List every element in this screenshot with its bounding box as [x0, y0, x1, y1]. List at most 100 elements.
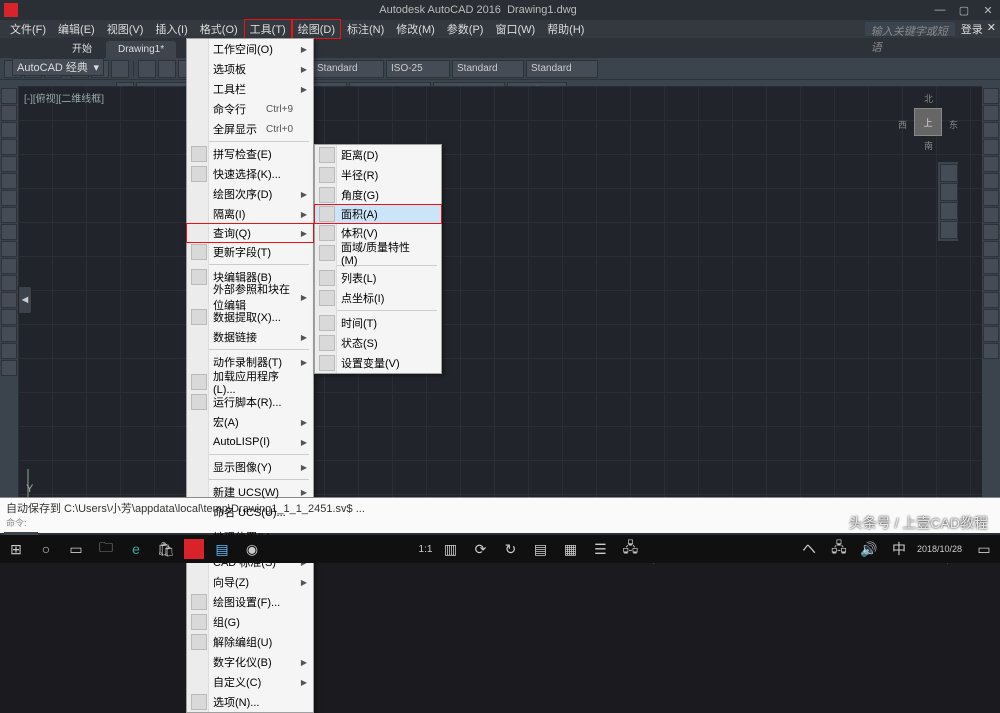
- tb-copy-icon[interactable]: [158, 60, 176, 78]
- taskbar-app-icon[interactable]: ▤: [210, 537, 234, 561]
- menu-edit[interactable]: 编辑(E): [52, 19, 101, 39]
- array-icon[interactable]: [983, 258, 999, 274]
- tray-vol-icon[interactable]: 🔊: [857, 537, 881, 561]
- offset-icon[interactable]: [983, 173, 999, 189]
- search-input[interactable]: 输入关键字或短语: [865, 22, 955, 36]
- spline-icon[interactable]: [1, 258, 17, 274]
- nav-pan-icon[interactable]: [940, 183, 958, 201]
- view-cube[interactable]: 上 北 南 西 东: [898, 92, 958, 152]
- tray-net-icon[interactable]: 🖧: [827, 537, 851, 561]
- tools-menu-item-38[interactable]: 选项(N)...: [187, 692, 313, 712]
- tools-menu-item-7[interactable]: 快速选择(K)...: [187, 164, 313, 184]
- tools-menu-item-37[interactable]: 自定义(C)▶: [187, 672, 313, 692]
- menu-file[interactable]: 文件(F): [4, 19, 52, 39]
- taskview-icon[interactable]: ▭: [64, 537, 88, 561]
- tray-e-icon[interactable]: ▦: [558, 537, 582, 561]
- maximize-button[interactable]: ▢: [956, 4, 972, 17]
- tools-menu-item-9[interactable]: 隔离(I)▶: [187, 204, 313, 224]
- extend-icon[interactable]: [983, 207, 999, 223]
- tools-menu-item-15[interactable]: 数据提取(X)...: [187, 307, 313, 327]
- tb-cut-icon[interactable]: [138, 60, 156, 78]
- tools-menu-item-36[interactable]: 数字化仪(B)▶: [187, 652, 313, 672]
- ray-icon[interactable]: [1, 292, 17, 308]
- tools-menu-item-33[interactable]: 绘图设置(F)...: [187, 592, 313, 612]
- tablestyle-dropdown[interactable]: Standard: [452, 60, 524, 78]
- rect-icon[interactable]: [1, 156, 17, 172]
- menu-dimension[interactable]: 标注(N): [341, 19, 390, 39]
- move-icon[interactable]: [983, 88, 999, 104]
- hatch-icon[interactable]: [1, 207, 17, 223]
- tray-g-icon[interactable]: 🖧: [618, 537, 642, 561]
- dimstyle-dropdown[interactable]: ISO-25: [386, 60, 450, 78]
- edge-icon[interactable]: e: [124, 537, 148, 561]
- tray-up-icon[interactable]: ヘ: [797, 537, 821, 561]
- query-menu-item-7[interactable]: 列表(L): [315, 268, 441, 288]
- query-menu-item-0[interactable]: 距离(D): [315, 145, 441, 165]
- nav-zoom-icon[interactable]: [940, 202, 958, 220]
- menu-insert[interactable]: 插入(I): [149, 19, 193, 39]
- query-menu-item-12[interactable]: 设置变量(V): [315, 353, 441, 373]
- viewcube-west[interactable]: 西: [898, 118, 907, 131]
- tray-c-icon[interactable]: ↻: [498, 537, 522, 561]
- query-menu-item-10[interactable]: 时间(T): [315, 313, 441, 333]
- viewcube-top[interactable]: 上: [914, 108, 942, 136]
- stretch-icon[interactable]: [983, 309, 999, 325]
- query-menu-item-11[interactable]: 状态(S): [315, 333, 441, 353]
- tab-drawing1[interactable]: Drawing1*: [106, 41, 176, 58]
- infocenter-close-icon[interactable]: ✕: [987, 21, 996, 37]
- tools-menu-item-22[interactable]: AutoLISP(I)▶: [187, 432, 313, 452]
- block-icon[interactable]: [1, 360, 17, 376]
- action-center-icon[interactable]: ▭: [972, 537, 996, 561]
- tray-ime-icon[interactable]: 中: [887, 537, 911, 561]
- viewcube-east[interactable]: 东: [949, 118, 958, 131]
- query-menu-item-2[interactable]: 角度(G): [315, 185, 441, 205]
- tools-menu-item-35[interactable]: 解除编组(U): [187, 632, 313, 652]
- tools-menu-item-34[interactable]: 组(G): [187, 612, 313, 632]
- mlstyle-dropdown[interactable]: Standard: [526, 60, 598, 78]
- chrome-icon[interactable]: ◉: [240, 537, 264, 561]
- mirror-icon[interactable]: [983, 156, 999, 172]
- chamfer-icon[interactable]: [983, 241, 999, 257]
- fillet-icon[interactable]: [983, 224, 999, 240]
- tray-b-icon[interactable]: ⟳: [468, 537, 492, 561]
- tools-menu-item-32[interactable]: 向导(Z)▶: [187, 572, 313, 592]
- menu-tools[interactable]: 工具(T): [244, 19, 292, 39]
- table-icon[interactable]: [1, 326, 17, 342]
- copy2-icon[interactable]: [983, 105, 999, 121]
- query-menu-item-1[interactable]: 半径(R): [315, 165, 441, 185]
- workspace-dropdown[interactable]: AutoCAD 经典▾: [12, 58, 104, 76]
- tools-menu-item-21[interactable]: 宏(A)▶: [187, 412, 313, 432]
- palette-collapse-tab[interactable]: ◄: [18, 286, 32, 314]
- tools-menu-item-24[interactable]: 显示图像(Y)▶: [187, 457, 313, 477]
- viewport-controls[interactable]: [-][俯视][二维线框]: [24, 90, 104, 105]
- pline-icon[interactable]: [1, 105, 17, 121]
- tray-d-icon[interactable]: ▤: [528, 537, 552, 561]
- tools-menu-item-11[interactable]: 更新字段(T): [187, 242, 313, 262]
- autocad-task-icon[interactable]: [184, 539, 204, 559]
- tab-start[interactable]: 开始: [60, 37, 104, 58]
- tools-menu-item-19[interactable]: 加载应用程序(L)...: [187, 372, 313, 392]
- menu-window[interactable]: 窗口(W): [489, 19, 541, 39]
- start-button[interactable]: ⊞: [4, 537, 28, 561]
- model-viewport[interactable]: [-][俯视][二维线框] 上 北 南 西 东 ◄ Y X: [18, 86, 982, 519]
- tools-menu-item-10[interactable]: 查询(Q)▶: [186, 223, 314, 243]
- signin-link[interactable]: 登录: [961, 21, 983, 37]
- point-icon[interactable]: [1, 241, 17, 257]
- tools-menu-item-1[interactable]: 选项板▶: [187, 59, 313, 79]
- scale-icon[interactable]: [983, 139, 999, 155]
- store-icon[interactable]: 🛍: [154, 537, 178, 561]
- query-menu-item-5[interactable]: 面域/质量特性(M): [315, 243, 441, 263]
- nav-orbit-icon[interactable]: [940, 221, 958, 239]
- viewcube-south[interactable]: 南: [924, 139, 933, 152]
- tools-menu-item-2[interactable]: 工具栏▶: [187, 79, 313, 99]
- explode-icon[interactable]: [983, 292, 999, 308]
- close-button[interactable]: ✕: [980, 4, 996, 17]
- menu-help[interactable]: 帮助(H): [541, 19, 590, 39]
- tools-menu-item-14[interactable]: 外部参照和块在位编辑▶: [187, 287, 313, 307]
- erase-icon[interactable]: [983, 275, 999, 291]
- tools-menu-item-4[interactable]: 全屏显示Ctrl+0: [187, 119, 313, 139]
- menu-view[interactable]: 视图(V): [101, 19, 150, 39]
- tools-menu-item-6[interactable]: 拼写检查(E): [187, 144, 313, 164]
- arc-icon[interactable]: [1, 139, 17, 155]
- tools-menu-item-16[interactable]: 数据链接▶: [187, 327, 313, 347]
